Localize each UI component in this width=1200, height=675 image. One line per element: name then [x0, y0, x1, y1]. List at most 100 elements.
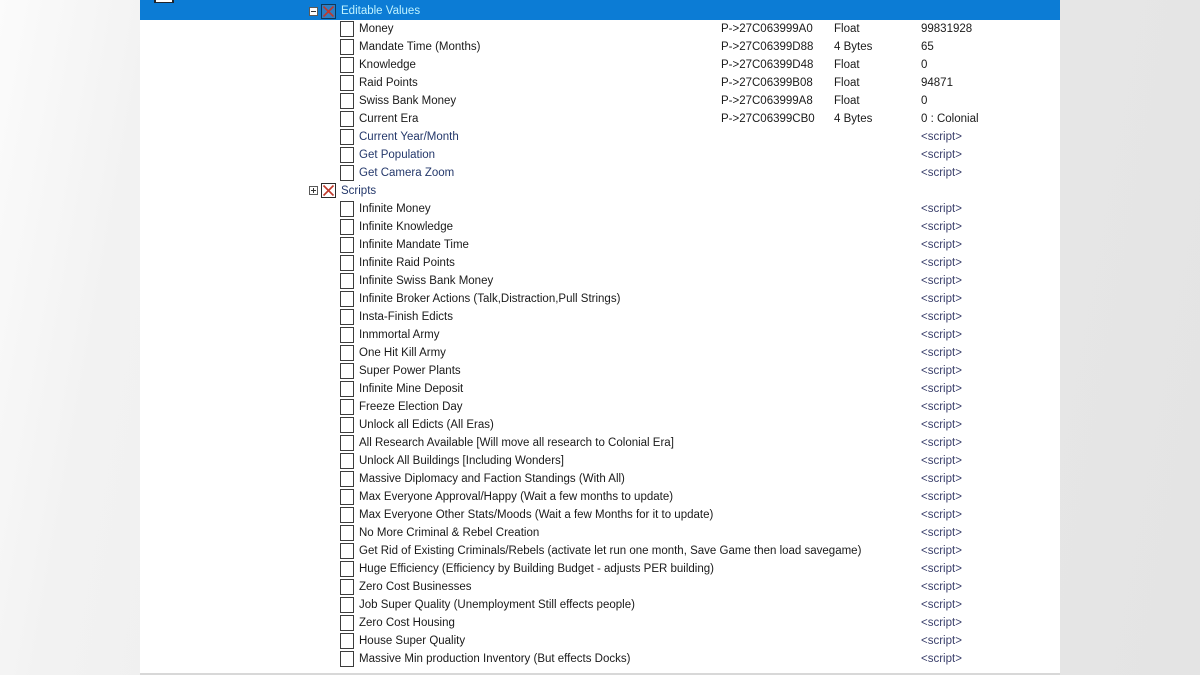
red-x-icon[interactable] — [321, 183, 336, 198]
row-value[interactable]: 99831928 — [921, 20, 972, 38]
row-value[interactable]: <script> — [921, 506, 962, 524]
table-row[interactable]: House Super Quality<script> — [140, 632, 1060, 650]
group-row-scripts[interactable]: Scripts — [140, 182, 1060, 200]
row-value[interactable]: <script> — [921, 596, 962, 614]
red-x-icon[interactable] — [321, 4, 336, 19]
checkbox-icon[interactable] — [340, 453, 354, 469]
row-value[interactable]: <script> — [921, 614, 962, 632]
table-row[interactable]: One Hit Kill Army<script> — [140, 344, 1060, 362]
row-value[interactable]: <script> — [921, 560, 962, 578]
table-row[interactable]: Infinite Swiss Bank Money<script> — [140, 272, 1060, 290]
table-row[interactable]: Swiss Bank MoneyP->27C063999A8Float0 — [140, 92, 1060, 110]
row-value[interactable]: <script> — [921, 326, 962, 344]
table-row[interactable]: Infinite Mandate Time<script> — [140, 236, 1060, 254]
checkbox-icon[interactable] — [340, 597, 354, 613]
checkbox-icon[interactable] — [340, 345, 354, 361]
row-value[interactable]: <script> — [921, 542, 962, 560]
row-value[interactable]: <script> — [921, 524, 962, 542]
cheat-table-panel[interactable]: Editable ValuesMoneyP->27C063999A0Float9… — [140, 0, 1060, 675]
checkbox-icon[interactable] — [340, 381, 354, 397]
row-value[interactable]: <script> — [921, 290, 962, 308]
checkbox-icon[interactable] — [340, 291, 354, 307]
checkbox-icon[interactable] — [340, 93, 354, 109]
table-row[interactable]: Infinite Mine Deposit<script> — [140, 380, 1060, 398]
checkbox-icon[interactable] — [340, 273, 354, 289]
table-row[interactable]: Infinite Knowledge<script> — [140, 218, 1060, 236]
row-value[interactable]: 0 — [921, 92, 927, 110]
table-row[interactable]: Infinite Broker Actions (Talk,Distractio… — [140, 290, 1060, 308]
row-value[interactable]: <script> — [921, 488, 962, 506]
row-value[interactable]: <script> — [921, 578, 962, 596]
table-row[interactable]: Max Everyone Approval/Happy (Wait a few … — [140, 488, 1060, 506]
table-row[interactable]: Massive Diplomacy and Faction Standings … — [140, 470, 1060, 488]
checkbox-icon[interactable] — [340, 543, 354, 559]
table-row[interactable]: Zero Cost Housing<script> — [140, 614, 1060, 632]
row-value[interactable]: <script> — [921, 398, 962, 416]
table-row[interactable]: Unlock All Buildings [Including Wonders]… — [140, 452, 1060, 470]
checkbox-icon[interactable] — [340, 129, 354, 145]
checkbox-icon[interactable] — [340, 471, 354, 487]
table-row[interactable]: Get Population<script> — [140, 146, 1060, 164]
checkbox-icon[interactable] — [340, 435, 354, 451]
table-row[interactable]: Infinite Money<script> — [140, 200, 1060, 218]
row-value[interactable]: <script> — [921, 218, 962, 236]
row-value[interactable]: <script> — [921, 236, 962, 254]
table-row[interactable]: Raid PointsP->27C06399B08Float94871 — [140, 74, 1060, 92]
checkbox-icon[interactable] — [340, 651, 354, 667]
row-value[interactable]: <script> — [921, 128, 962, 146]
row-value[interactable]: 65 — [921, 38, 934, 56]
table-row[interactable]: MoneyP->27C063999A0Float99831928 — [140, 20, 1060, 38]
table-row[interactable]: Insta-Finish Edicts<script> — [140, 308, 1060, 326]
table-row[interactable]: Job Super Quality (Unemployment Still ef… — [140, 596, 1060, 614]
row-value[interactable]: <script> — [921, 344, 962, 362]
row-value[interactable]: <script> — [921, 632, 962, 650]
table-row[interactable]: Massive Min production Inventory (But ef… — [140, 650, 1060, 668]
checkbox-icon[interactable] — [340, 21, 354, 37]
table-row[interactable]: Max Everyone Other Stats/Moods (Wait a f… — [140, 506, 1060, 524]
checkbox-icon[interactable] — [340, 615, 354, 631]
table-row[interactable]: Mandate Time (Months)P->27C06399D884 Byt… — [140, 38, 1060, 56]
checkbox-icon[interactable] — [340, 561, 354, 577]
checkbox-icon[interactable] — [340, 147, 354, 163]
group-row-editable-values[interactable]: Editable Values — [140, 3, 1060, 20]
row-value[interactable]: <script> — [921, 434, 962, 452]
checkbox-icon[interactable] — [340, 363, 354, 379]
checkbox-icon[interactable] — [340, 39, 354, 55]
row-value[interactable]: <script> — [921, 362, 962, 380]
plus-box-icon[interactable] — [309, 186, 318, 195]
table-row[interactable]: KnowledgeP->27C06399D48Float0 — [140, 56, 1060, 74]
checkbox-icon[interactable] — [340, 489, 354, 505]
row-value[interactable]: <script> — [921, 380, 962, 398]
row-value[interactable]: <script> — [921, 254, 962, 272]
table-row[interactable]: Huge Efficiency (Efficiency by Building … — [140, 560, 1060, 578]
checkbox-icon[interactable] — [340, 219, 354, 235]
checkbox-icon[interactable] — [340, 633, 354, 649]
checkbox-icon[interactable] — [340, 255, 354, 271]
table-row[interactable]: Get Camera Zoom<script> — [140, 164, 1060, 182]
table-row[interactable]: Inmmortal Army<script> — [140, 326, 1060, 344]
table-row[interactable]: Super Power Plants<script> — [140, 362, 1060, 380]
row-value[interactable]: <script> — [921, 146, 962, 164]
checkbox-icon[interactable] — [340, 417, 354, 433]
table-row[interactable]: Current Year/Month<script> — [140, 128, 1060, 146]
minus-box-icon[interactable] — [309, 7, 318, 16]
table-row[interactable]: Unlock all Edicts (All Eras)<script> — [140, 416, 1060, 434]
checkbox-icon[interactable] — [340, 309, 354, 325]
row-value[interactable]: <script> — [921, 200, 962, 218]
row-value[interactable]: 0 — [921, 56, 927, 74]
checkbox-icon[interactable] — [340, 237, 354, 253]
table-row[interactable]: Current EraP->27C06399CB04 Bytes0 : Colo… — [140, 110, 1060, 128]
table-row[interactable]: Zero Cost Businesses<script> — [140, 578, 1060, 596]
checkbox-icon[interactable] — [340, 399, 354, 415]
row-value[interactable]: <script> — [921, 452, 962, 470]
table-row[interactable]: Infinite Raid Points<script> — [140, 254, 1060, 272]
checkbox-icon[interactable] — [340, 75, 354, 91]
table-row[interactable]: No More Criminal & Rebel Creation<script… — [140, 524, 1060, 542]
checkbox-icon[interactable] — [340, 525, 354, 541]
row-value[interactable]: 94871 — [921, 74, 953, 92]
table-row[interactable]: Get Rid of Existing Criminals/Rebels (ac… — [140, 542, 1060, 560]
row-value[interactable]: 0 : Colonial — [921, 110, 979, 128]
row-value[interactable]: <script> — [921, 470, 962, 488]
row-value[interactable]: <script> — [921, 308, 962, 326]
table-row[interactable]: Freeze Election Day<script> — [140, 398, 1060, 416]
